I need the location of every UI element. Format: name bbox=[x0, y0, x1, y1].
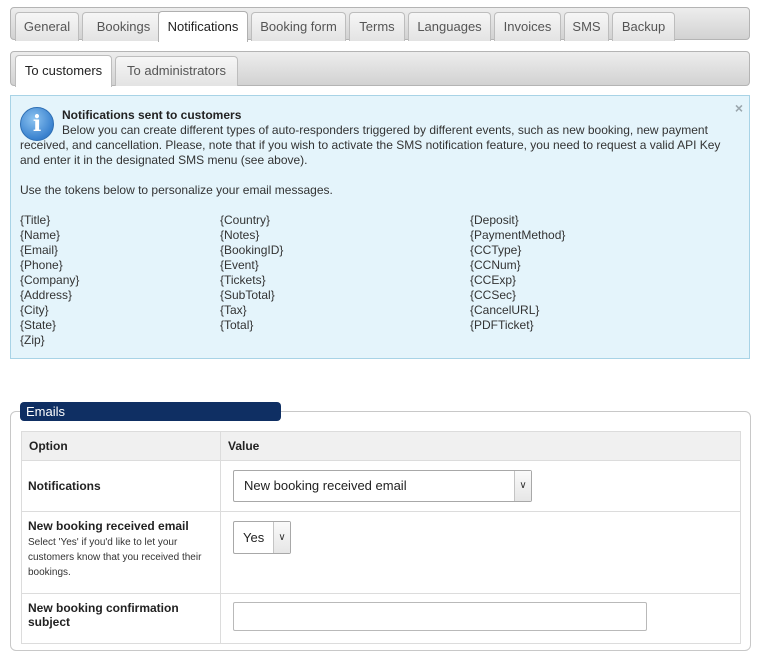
tab-backup[interactable]: Backup bbox=[612, 12, 675, 41]
notifications-info-box: i × Notifications sent to customers Belo… bbox=[10, 95, 750, 359]
confirmation-subject-value-cell bbox=[220, 593, 741, 644]
tokens-intro: Use the tokens below to personalize your… bbox=[20, 183, 333, 197]
confirmation-subject-label: New booking confirmation subject bbox=[21, 593, 221, 644]
confirmation-subject-input[interactable] bbox=[233, 602, 647, 631]
notifications-select-value: New booking received email bbox=[244, 478, 407, 493]
token: {Tax} bbox=[220, 303, 247, 317]
token: {CCNum} bbox=[470, 258, 521, 272]
booking-received-label-cell: New booking received email Select 'Yes' … bbox=[21, 511, 221, 594]
notifications-value-cell: New booking received email ∨ bbox=[220, 460, 741, 512]
token: {CCExp} bbox=[470, 273, 517, 287]
main-tab-bar: General Bookings Notifications Booking f… bbox=[10, 7, 750, 42]
token: {Notes} bbox=[220, 228, 260, 242]
notifications-select[interactable]: New booking received email ∨ bbox=[233, 470, 532, 502]
token: {Deposit} bbox=[470, 213, 519, 227]
booking-received-hint: Select 'Yes' if you'd like to let your c… bbox=[28, 537, 202, 578]
booking-received-select-value: Yes bbox=[243, 530, 265, 545]
token: {SubTotal} bbox=[220, 288, 275, 302]
tab-bookings[interactable]: Bookings bbox=[82, 12, 165, 41]
tab-to-customers[interactable]: To customers bbox=[15, 55, 112, 87]
token: {Address} bbox=[20, 288, 73, 302]
token: {Email} bbox=[20, 243, 59, 257]
tab-booking-form[interactable]: Booking form bbox=[251, 12, 346, 41]
table-header-row: Option Value bbox=[21, 431, 741, 461]
token: {BookingID} bbox=[220, 243, 284, 257]
info-description: Below you can create different types of … bbox=[20, 123, 721, 167]
token: {Total} bbox=[220, 318, 254, 332]
token: {Event} bbox=[220, 258, 259, 272]
info-title: Notifications sent to customers bbox=[62, 108, 242, 122]
token: {Company} bbox=[20, 273, 80, 287]
token: {PaymentMethod} bbox=[470, 228, 566, 242]
tab-to-administrators[interactable]: To administrators bbox=[115, 56, 238, 86]
tab-general[interactable]: General bbox=[15, 12, 79, 41]
table-row: New booking confirmation subject bbox=[21, 593, 741, 644]
emails-options-table: Option Value Notifications New booking r… bbox=[21, 431, 741, 644]
table-row: New booking received email Select 'Yes' … bbox=[21, 511, 741, 594]
booking-received-value-cell: Yes ∨ bbox=[220, 511, 741, 594]
booking-received-select[interactable]: Yes ∨ bbox=[233, 521, 291, 554]
token: {CCType} bbox=[470, 243, 522, 257]
emails-legend: Emails bbox=[20, 402, 281, 421]
option-column-header: Option bbox=[21, 431, 221, 461]
token: {Title} bbox=[20, 213, 51, 227]
tab-sms[interactable]: SMS bbox=[564, 12, 609, 41]
chevron-down-icon[interactable]: ∨ bbox=[273, 522, 290, 553]
token: {Tickets} bbox=[220, 273, 266, 287]
token: {State} bbox=[20, 318, 57, 332]
booking-received-label: New booking received email bbox=[28, 519, 189, 533]
token: {Zip} bbox=[20, 333, 45, 347]
value-column-header: Value bbox=[220, 431, 741, 461]
close-icon[interactable]: × bbox=[735, 100, 743, 116]
sub-tab-bar: To customers To administrators bbox=[10, 51, 750, 87]
tab-notifications[interactable]: Notifications bbox=[158, 11, 248, 42]
tokens-column-3: {Deposit} {PaymentMethod} {CCType} {CCNu… bbox=[470, 213, 565, 333]
tab-invoices[interactable]: Invoices bbox=[494, 12, 561, 41]
token: {CancelURL} bbox=[470, 303, 540, 317]
tab-languages[interactable]: Languages bbox=[408, 12, 491, 41]
token: {City} bbox=[20, 303, 49, 317]
table-row: Notifications New booking received email… bbox=[21, 460, 741, 512]
token: {CCSec} bbox=[470, 288, 517, 302]
token: {Phone} bbox=[20, 258, 63, 272]
tokens-column-2: {Country} {Notes} {BookingID} {Event} {T… bbox=[220, 213, 283, 333]
tab-terms[interactable]: Terms bbox=[349, 12, 405, 41]
token: {Country} bbox=[220, 213, 271, 227]
chevron-down-icon[interactable]: ∨ bbox=[514, 471, 531, 501]
token: {Name} bbox=[20, 228, 61, 242]
token: {PDFTicket} bbox=[470, 318, 534, 332]
notifications-label: Notifications bbox=[21, 460, 221, 512]
tokens-column-1: {Title} {Name} {Email} {Phone} {Company}… bbox=[20, 213, 79, 348]
